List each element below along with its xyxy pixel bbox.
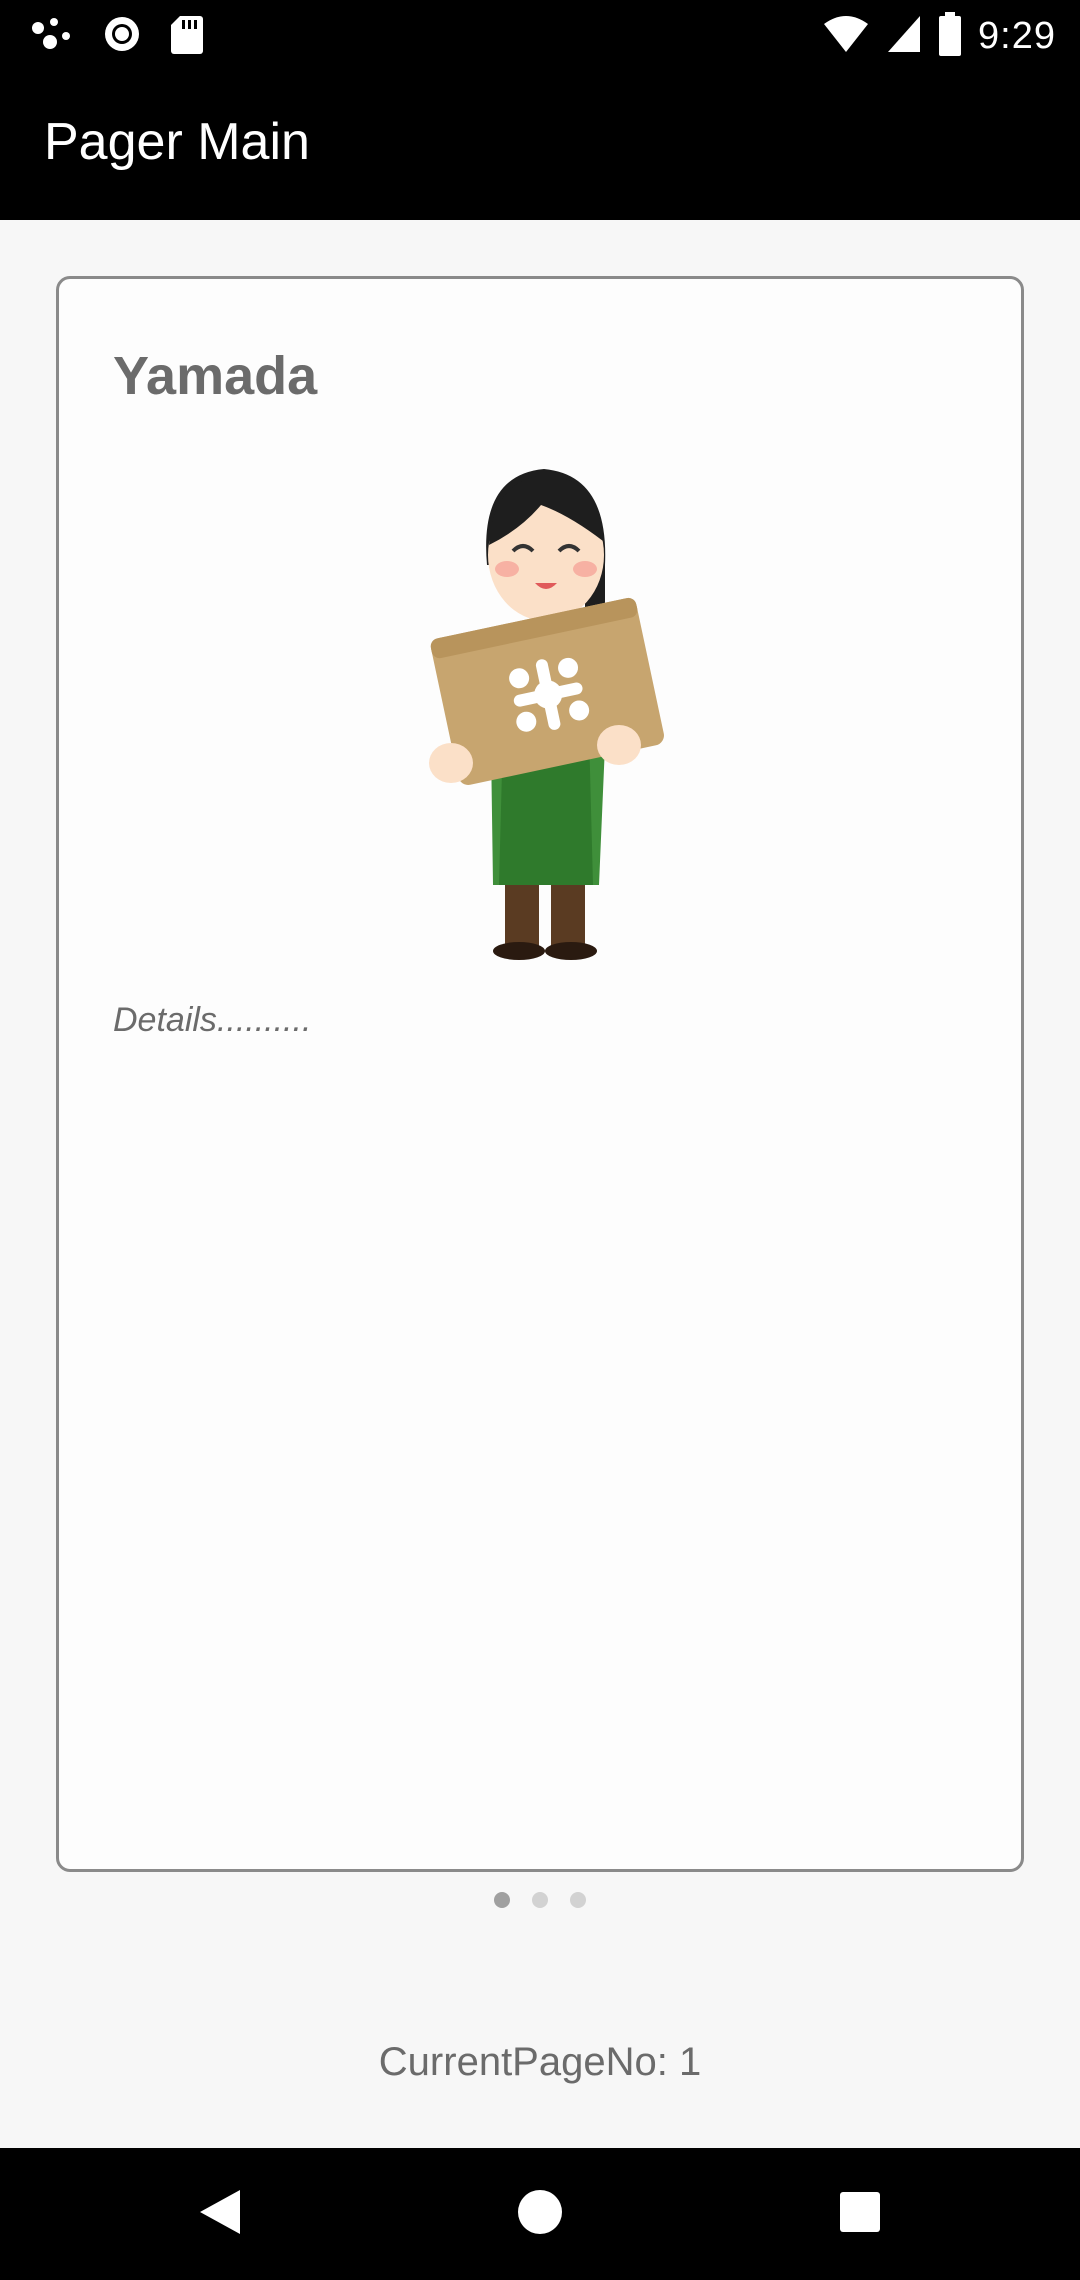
status-bar-left xyxy=(30,12,204,60)
status-bar: 9:29 xyxy=(0,0,1080,72)
signal-icon xyxy=(886,14,922,59)
app-title: Pager Main xyxy=(44,113,310,171)
card-name: Yamada xyxy=(113,346,318,406)
record-icon xyxy=(102,14,142,59)
wifi-icon xyxy=(822,14,870,59)
assistant-dots-icon xyxy=(30,14,74,59)
recents-button[interactable] xyxy=(780,2148,940,2280)
clock: 9:29 xyxy=(978,14,1056,57)
app-bar: Pager Main xyxy=(0,72,1080,220)
current-page-label: CurrentPageNo: 1 xyxy=(378,2040,702,2084)
status-bar-right: 9:29 xyxy=(822,10,1056,62)
person-holding-box-illustration xyxy=(409,445,679,965)
page-dot-1[interactable] xyxy=(494,1892,510,1908)
home-button[interactable] xyxy=(460,2148,620,2280)
home-icon xyxy=(516,2188,564,2241)
page-indicator xyxy=(0,1888,1080,1912)
back-icon xyxy=(198,2188,242,2241)
pager-card[interactable]: Yamada Details.......... xyxy=(56,276,1024,1872)
sd-card-icon xyxy=(170,14,204,59)
battery-icon xyxy=(938,11,962,61)
recents-icon xyxy=(838,2190,882,2239)
page-dot-2[interactable] xyxy=(532,1892,548,1908)
screen: 9:29 Pager Main Yamada Details..........… xyxy=(0,0,1080,2280)
page-dot-3[interactable] xyxy=(570,1892,586,1908)
navigation-bar xyxy=(0,2148,1080,2280)
card-details: Details.......... xyxy=(113,1001,312,1039)
back-button[interactable] xyxy=(140,2148,300,2280)
